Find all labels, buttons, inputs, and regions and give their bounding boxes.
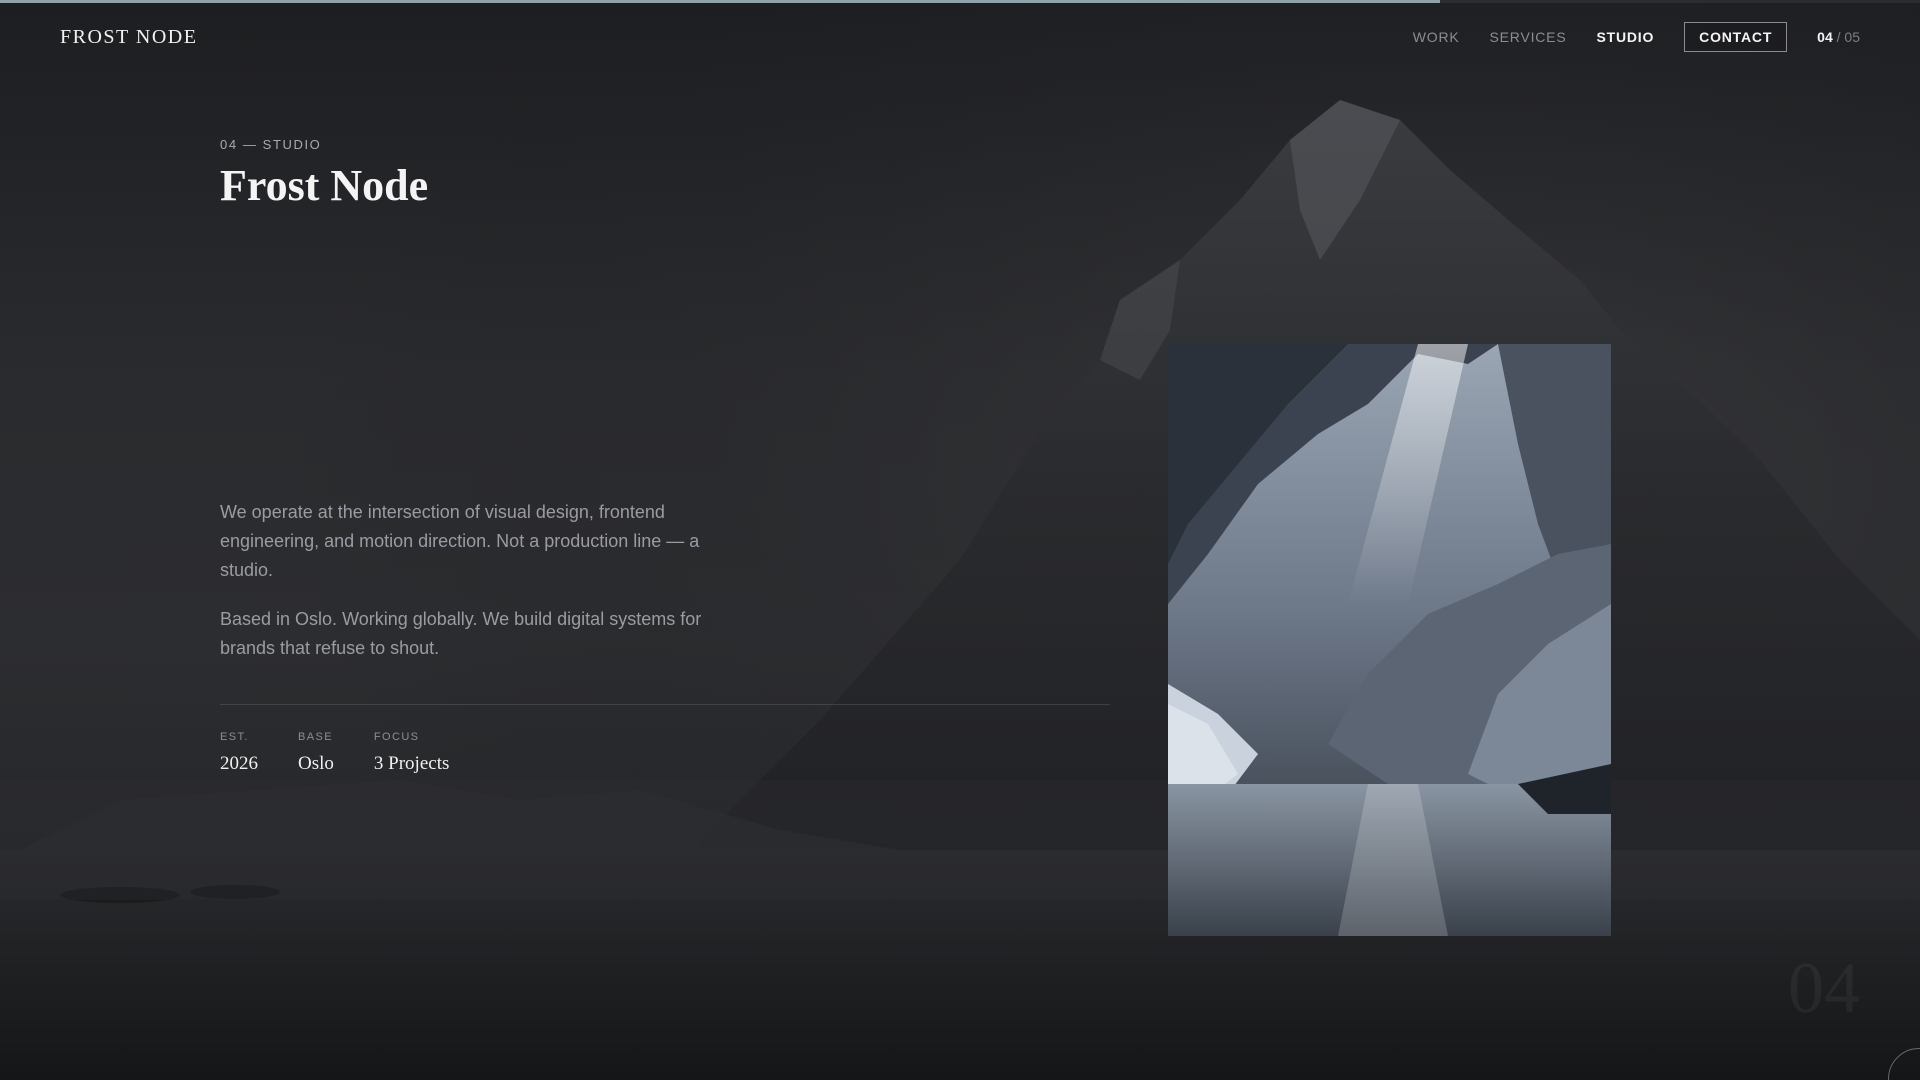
stat-label: FOCUS xyxy=(373,731,420,743)
section-eyebrow: 04 — STUDIO xyxy=(220,137,322,152)
ghost-section-number: 04 xyxy=(1788,948,1860,1028)
stat-base: BASE Oslo xyxy=(298,731,334,775)
section-pager: 04 / 05 xyxy=(1817,29,1860,45)
nav-item-services[interactable]: SERVICES xyxy=(1490,29,1567,45)
studio-stats: EST. 2026 BASE Oslo FOCUS 3 Projects xyxy=(220,731,489,775)
page: FROST NODE WORK SERVICES STUDIO CONTACT … xyxy=(0,0,1920,1080)
divider xyxy=(220,704,1110,705)
nav-item-studio[interactable]: STUDIO xyxy=(1596,29,1654,45)
brand-logo[interactable]: FROST NODE xyxy=(60,26,197,49)
stat-value: 3 Projects xyxy=(373,753,450,774)
main-nav: WORK SERVICES STUDIO CONTACT 04 / 05 xyxy=(1383,22,1860,52)
scroll-progress-fill xyxy=(0,0,1440,3)
stat-label: EST. xyxy=(220,731,249,743)
scroll-progress-bar xyxy=(0,0,1920,3)
intro-paragraph: Based in Oslo. Working globally. We buil… xyxy=(220,609,702,658)
pager-current: 04 xyxy=(1817,29,1833,45)
page-title: Frost Node xyxy=(220,161,429,210)
pager-separator: / xyxy=(1836,29,1841,45)
stat-established: EST. 2026 xyxy=(220,731,258,775)
intro-paragraph: We operate at the intersection of visual… xyxy=(220,502,700,580)
stat-value: 2026 xyxy=(220,753,258,774)
pager-total: 05 xyxy=(1844,29,1860,45)
nav-item-work[interactable]: WORK xyxy=(1413,29,1460,45)
intro-copy: We operate at the intersection of visual… xyxy=(220,498,720,683)
stat-label: BASE xyxy=(298,731,333,743)
stat-value: Oslo xyxy=(298,753,334,774)
contact-button[interactable]: CONTACT xyxy=(1684,22,1788,52)
ice-cave-image xyxy=(1168,344,1611,936)
stat-focus: FOCUS 3 Projects xyxy=(374,731,449,775)
